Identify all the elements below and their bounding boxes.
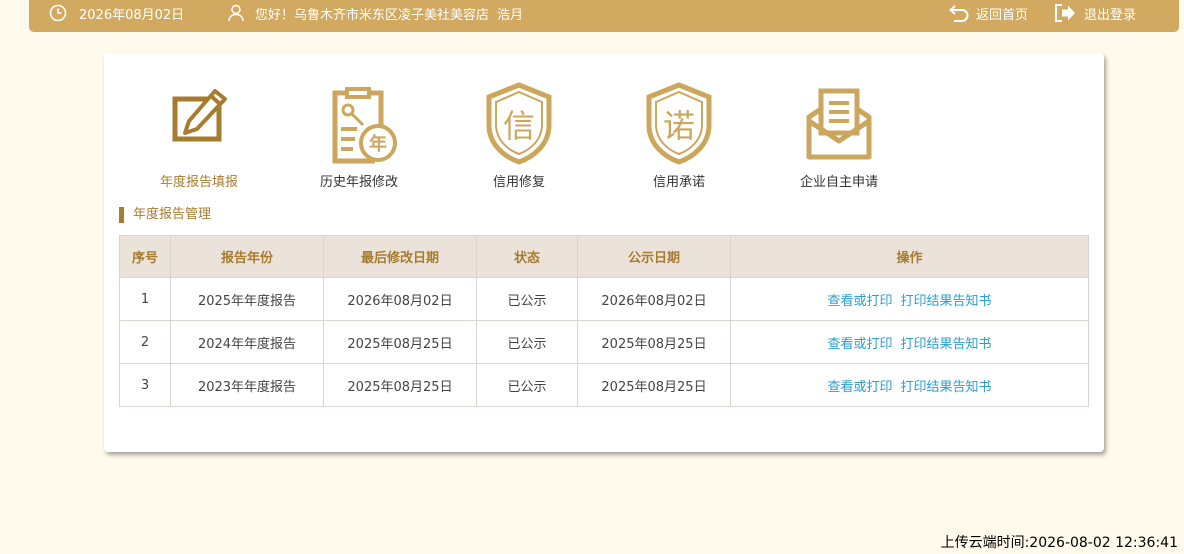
print-notice-link[interactable]: 打印结果告知书 xyxy=(901,380,992,395)
cell-published: 2026年08月02日 xyxy=(577,277,731,321)
table-row: 2 2024年年度报告 2025年08月25日 已公示 2025年08月25日 … xyxy=(119,320,1089,364)
svg-text:信: 信 xyxy=(503,107,535,145)
table-row: 3 2023年年度报告 2025年08月25日 已公示 2025年08月25日 … xyxy=(119,363,1089,407)
tile-label: 企业自主申请 xyxy=(799,175,878,190)
main-card: 年度报告填报 年 历史年报修改 信 信用修复 诺 信用承诺 企业自主申请 年度报… xyxy=(104,53,1104,452)
section-title: 年度报告管理 xyxy=(119,207,211,223)
tile-credit-repair[interactable]: 信 信用修复 xyxy=(449,81,589,190)
date-display: 2026年08月02日 xyxy=(49,0,184,26)
print-notice-link[interactable]: 打印结果告知书 xyxy=(901,337,992,352)
view-print-link[interactable]: 查看或打印 xyxy=(827,294,892,309)
cell-actions: 查看或打印 打印结果告知书 xyxy=(730,363,1089,407)
tile-label: 历史年报修改 xyxy=(319,175,398,190)
tile-enterprise-application[interactable]: 企业自主申请 xyxy=(769,81,909,190)
col-header-published: 公示日期 xyxy=(577,235,731,278)
current-date: 2026年08月02日 xyxy=(79,7,185,23)
logout-icon xyxy=(1054,3,1084,23)
promise-shield-icon: 诺 xyxy=(637,81,721,165)
user-icon xyxy=(228,4,255,22)
cell-year: 2025年年度报告 xyxy=(170,277,324,321)
cell-actions: 查看或打印 打印结果告知书 xyxy=(730,320,1089,364)
table-row: 1 2025年年度报告 2026年08月02日 已公示 2026年08月02日 … xyxy=(119,277,1089,321)
credit-shield-icon: 信 xyxy=(477,81,561,165)
cell-no: 2 xyxy=(119,320,171,364)
col-header-no: 序号 xyxy=(119,235,171,278)
cell-actions: 查看或打印 打印结果告知书 xyxy=(730,277,1089,321)
print-notice-link[interactable]: 打印结果告知书 xyxy=(901,294,992,309)
user-name: 浩月 xyxy=(497,7,524,23)
cell-year: 2023年年度报告 xyxy=(170,363,324,407)
cell-modified: 2025年08月25日 xyxy=(323,320,477,364)
logout-button[interactable]: 退出登录 xyxy=(1054,0,1136,26)
cell-modified: 2026年08月02日 xyxy=(323,277,477,321)
cell-no: 1 xyxy=(119,277,171,321)
cell-published: 2025年08月25日 xyxy=(577,320,731,364)
return-home-label: 返回首页 xyxy=(976,7,1029,23)
cell-published: 2025年08月25日 xyxy=(577,363,731,407)
greeting-text: 您好！乌鲁木齐市米东区凌子美社美容店 xyxy=(255,7,490,23)
tile-history-report-edit[interactable]: 年 历史年报修改 xyxy=(289,81,429,190)
user-greeting: 您好！乌鲁木齐市米东区凌子美社美容店 浩月 xyxy=(228,0,523,26)
col-header-actions: 操作 xyxy=(730,235,1089,278)
return-home-button[interactable]: 返回首页 xyxy=(949,0,1028,26)
cell-status: 已公示 xyxy=(476,320,578,364)
envelope-icon xyxy=(797,81,881,165)
cell-modified: 2025年08月25日 xyxy=(323,363,477,407)
cell-no: 3 xyxy=(119,363,171,407)
table-header-row: 序号 报告年份 最后修改日期 状态 公示日期 操作 xyxy=(119,235,1089,278)
col-header-modified: 最后修改日期 xyxy=(323,235,477,278)
history-report-icon: 年 xyxy=(317,81,401,165)
clock-icon xyxy=(49,4,79,22)
svg-text:诺: 诺 xyxy=(663,107,695,145)
view-print-link[interactable]: 查看或打印 xyxy=(827,337,892,352)
tile-label: 信用承诺 xyxy=(652,175,705,190)
edit-report-icon xyxy=(157,81,241,165)
annual-report-table: 序号 报告年份 最后修改日期 状态 公示日期 操作 1 2025年年度报告 20… xyxy=(119,235,1089,407)
tile-label: 年度报告填报 xyxy=(159,175,238,190)
top-bar: 2026年08月02日 您好！乌鲁木齐市米东区凌子美社美容店 浩月 返回首页 退… xyxy=(29,0,1179,32)
view-print-link[interactable]: 查看或打印 xyxy=(827,380,892,395)
cell-status: 已公示 xyxy=(476,363,578,407)
logout-label: 退出登录 xyxy=(1084,7,1137,23)
upload-timestamp: 上传云端时间:2026-08-02 12:36:41 xyxy=(940,535,1178,551)
return-icon xyxy=(949,4,976,22)
tile-label: 信用修复 xyxy=(492,175,545,190)
tile-credit-promise[interactable]: 诺 信用承诺 xyxy=(609,81,749,190)
svg-text:年: 年 xyxy=(369,133,387,155)
col-header-year: 报告年份 xyxy=(170,235,324,278)
cell-status: 已公示 xyxy=(476,277,578,321)
tile-annual-report-fill[interactable]: 年度报告填报 xyxy=(129,81,269,190)
col-header-status: 状态 xyxy=(476,235,578,278)
cell-year: 2024年年度报告 xyxy=(170,320,324,364)
